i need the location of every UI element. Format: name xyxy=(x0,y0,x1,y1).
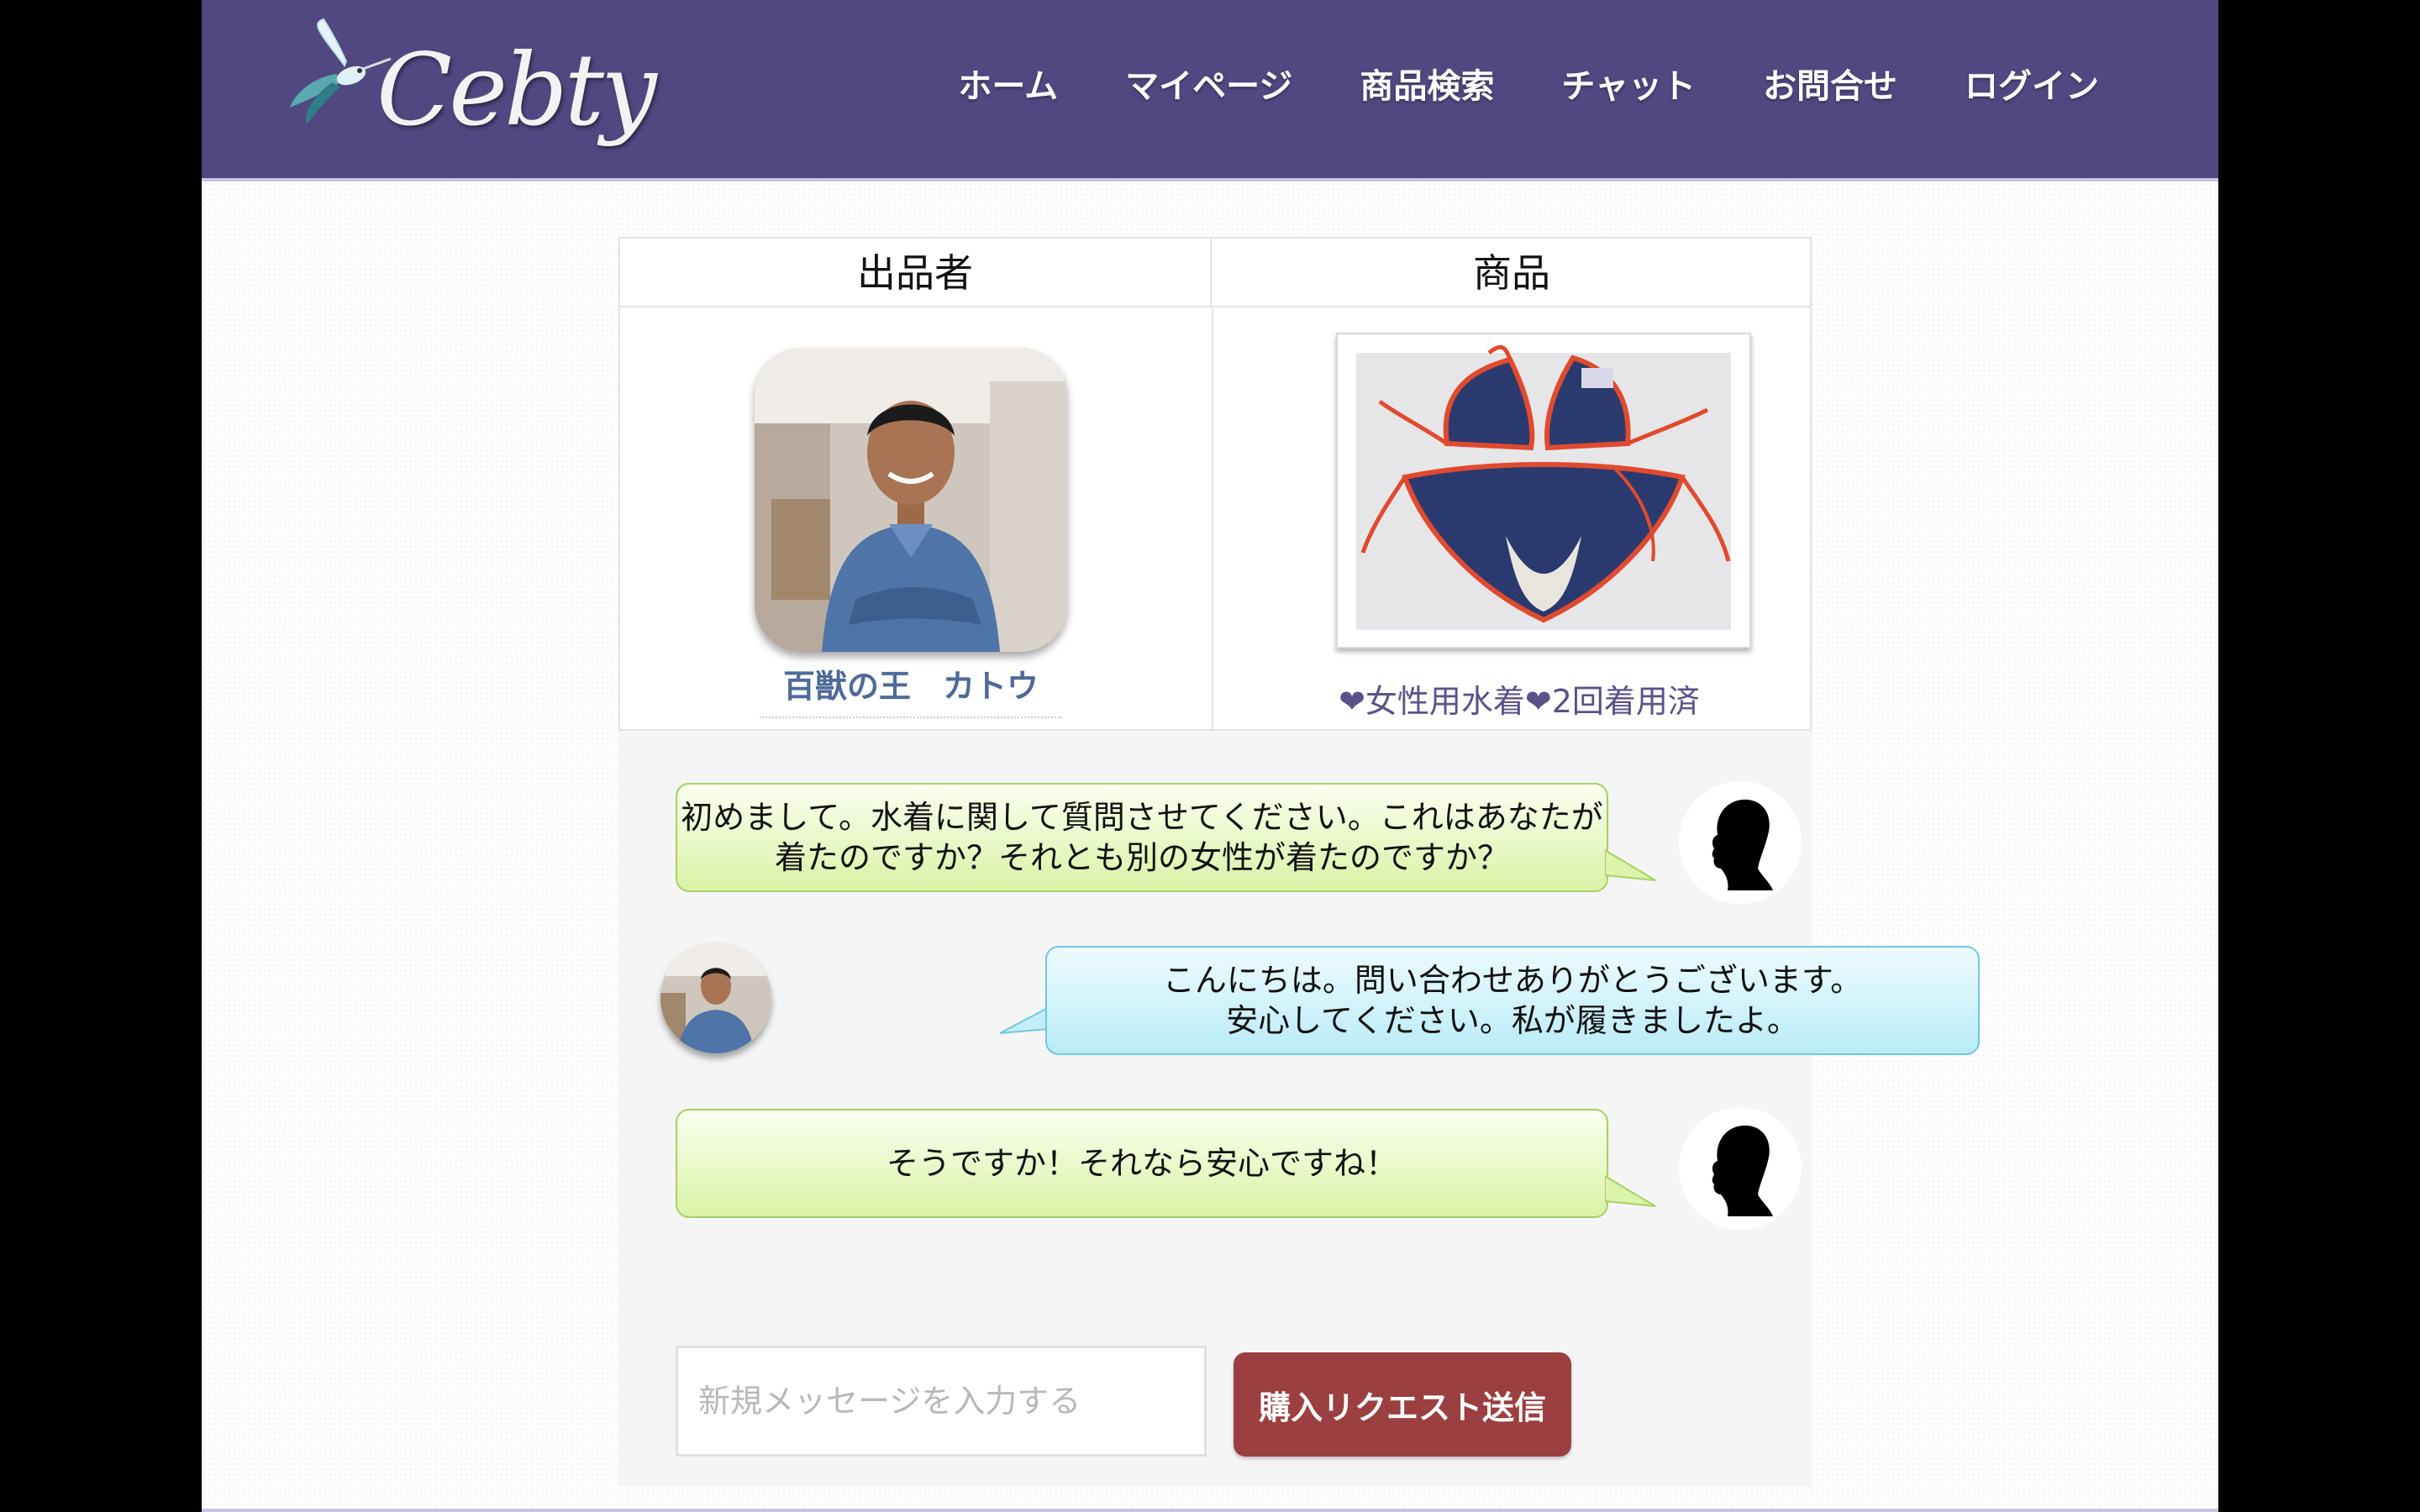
message-line: 初めまして。水着に関して質問させてください。これはあなたが xyxy=(681,799,1603,836)
column-divider xyxy=(1212,307,1213,729)
nav-home[interactable]: ホーム xyxy=(958,59,1058,108)
new-message-input[interactable] xyxy=(676,1346,1207,1457)
nav-product-search[interactable]: 商品検索 xyxy=(1360,59,1494,108)
main-nav: ホーム マイページ 商品検索 チャット お問合せ ログイン xyxy=(958,59,2099,108)
seller-message-bubble: こんにちは。問い合わせありがとうございます。 安心してください。私が履きましたよ… xyxy=(1045,946,1980,1055)
page-bottom-border xyxy=(202,1509,2218,1512)
nav-contact[interactable]: お問合せ xyxy=(1763,59,1897,108)
item-title-link[interactable]: ❤女性用水着❤2回着用済 xyxy=(1225,675,1813,722)
logo-text: Cebty xyxy=(376,32,657,148)
item-column-header: 商品 xyxy=(1212,239,1812,307)
buyer-message-bubble: 初めまして。水着に関して質問させてください。これはあなたが 着たのですか？それと… xyxy=(676,783,1608,892)
site-header: Cebty ホーム マイページ 商品検索 チャット お問合せ ログイン xyxy=(202,0,2218,181)
site-logo[interactable]: Cebty xyxy=(286,15,657,166)
bubble-tail xyxy=(1605,848,1656,881)
buyer-avatar[interactable] xyxy=(1679,781,1802,904)
message-line: そうですか！それなら安心ですね！ xyxy=(886,1145,1397,1182)
silhouette-icon xyxy=(1712,799,1773,890)
seller-chat-avatar[interactable] xyxy=(660,942,771,1053)
chat-thread: 初めまして。水着に関して質問させてください。これはあなたが 着たのですか？それと… xyxy=(618,731,1980,1487)
buyer-avatar[interactable] xyxy=(1679,1107,1802,1230)
buyer-message-bubble: そうですか！それなら安心ですね！ xyxy=(676,1109,1608,1218)
silhouette-icon xyxy=(1712,1125,1773,1216)
nav-mypage[interactable]: マイページ xyxy=(1125,59,1292,108)
seller-column-header: 出品者 xyxy=(620,239,1212,307)
nav-login[interactable]: ログイン xyxy=(1965,59,2099,108)
message-line: こんにちは。問い合わせありがとうございます。 xyxy=(1162,962,1863,999)
page: Cebty ホーム マイページ 商品検索 チャット お問合せ ログイン 出品者 … xyxy=(202,0,2218,1512)
message-line: 着たのですか？それとも別の女性が着たのですか？ xyxy=(774,839,1509,876)
seller-name-link[interactable]: 百獣の王 カトウ xyxy=(760,660,1062,718)
send-purchase-request-button[interactable]: 購入リクエスト送信 xyxy=(1234,1352,1571,1457)
seller-avatar[interactable] xyxy=(755,348,1067,652)
bubble-tail xyxy=(1605,1174,1656,1207)
listing-info-table: 出品者 商品 百獣の王 カトウ ❤女性用水着❤2回着用済 xyxy=(618,237,1812,731)
nav-chat[interactable]: チャット xyxy=(1561,59,1696,108)
item-photo[interactable] xyxy=(1336,333,1751,648)
message-line: 安心してください。私が履きましたよ。 xyxy=(1226,1002,1799,1039)
